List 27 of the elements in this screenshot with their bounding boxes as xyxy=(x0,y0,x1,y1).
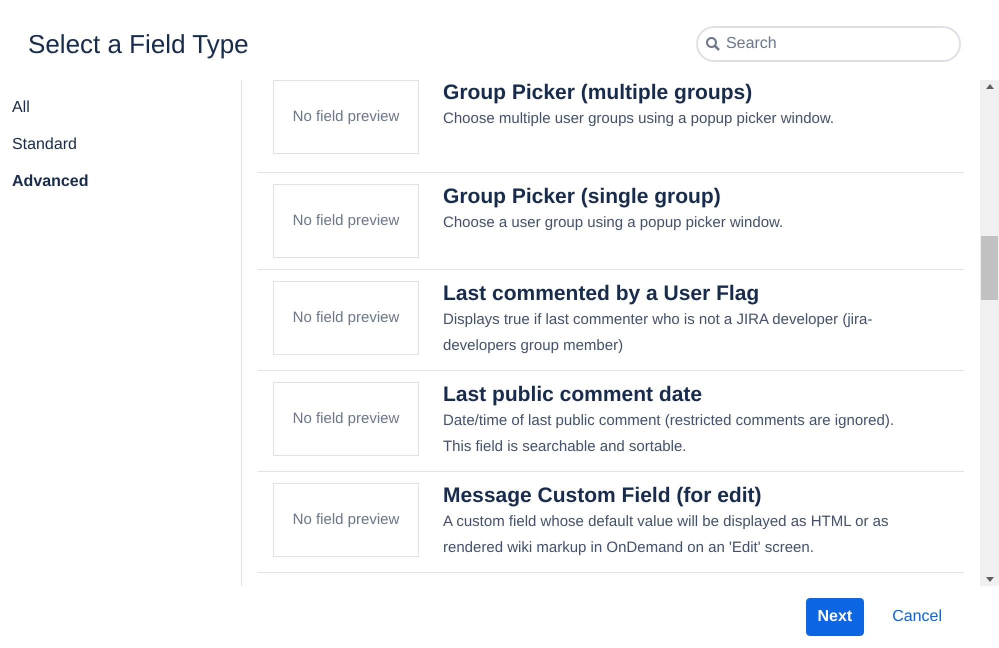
field-preview: No field preview xyxy=(273,80,419,154)
dialog-title: Select a Field Type xyxy=(28,28,249,60)
field-preview: No field preview xyxy=(273,382,419,456)
category-link[interactable]: Advanced xyxy=(12,170,241,194)
field-preview: No field preview xyxy=(273,483,419,557)
field-description: Displays true if last commenter who is not a JIRA developer (jira-developers group member) xyxy=(443,310,874,356)
next-button[interactable]: Next xyxy=(806,598,864,636)
field-name: Message Custom Field (for edit) xyxy=(443,483,763,509)
field-name: Last public comment date xyxy=(443,382,704,408)
field-name: Last commented by a User Flag xyxy=(443,281,760,307)
scroll-up-icon[interactable] xyxy=(986,84,994,89)
field-preview: No field preview xyxy=(273,281,419,355)
field-description: Choose multiple user groups using a popup picker window. xyxy=(443,109,836,129)
field-preview: No field preview xyxy=(273,184,419,258)
scrollbar-thumb[interactable] xyxy=(981,236,998,300)
scrollbar[interactable] xyxy=(980,80,999,586)
field-name: Group Picker (single group) xyxy=(443,184,722,210)
search-icon xyxy=(705,36,721,52)
category-link[interactable]: Standard xyxy=(12,133,241,157)
field-description: Date/time of last public comment (restricted comments are ignored). This field is searchable and sortable. xyxy=(443,411,896,457)
search-field[interactable]: Search xyxy=(696,26,961,62)
field-description: Choose a user group using a popup picker window. xyxy=(443,213,784,233)
field-description: A custom field whose default value will be displayed as HTML or as rendered wiki markup in OnDemand on an 'Edit' screen. xyxy=(443,512,890,558)
category-link[interactable]: All xyxy=(12,96,241,120)
scroll-down-icon[interactable] xyxy=(986,577,994,582)
field-name: Group Picker (multiple groups) xyxy=(443,80,754,106)
cancel-button[interactable]: Cancel xyxy=(888,605,946,629)
